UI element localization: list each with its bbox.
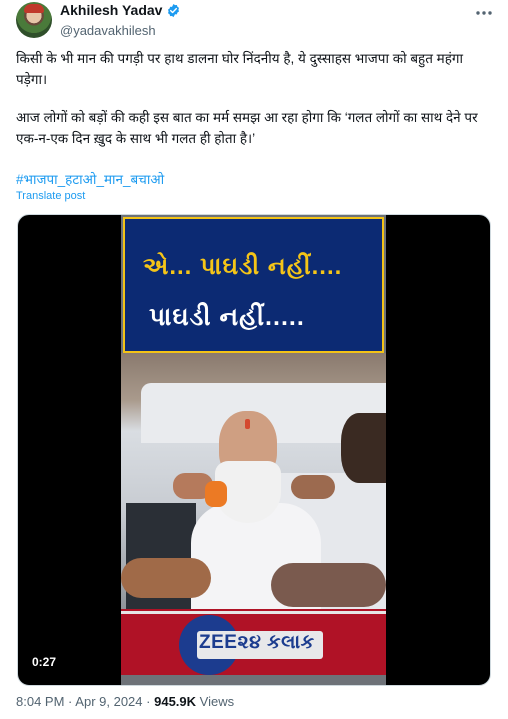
arm-lower-right (271, 563, 386, 607)
video-frame: એ... પાઘડી નહીં.... પાઘડી નહીં..... ZEE૨… (121, 215, 386, 685)
person-right (341, 413, 386, 483)
tweet: Akhilesh Yadav @yadavakhilesh किसी के भी… (0, 0, 508, 719)
video-duration: 0:27 (32, 655, 57, 669)
views-label: Views (199, 694, 235, 709)
tilak-mark (245, 419, 250, 429)
video-overlay-banner: એ... પાઘડી નહીં.... પાઘડી નહીં..... (123, 217, 384, 353)
orange-cloth (205, 481, 227, 507)
meta-separator: · (146, 694, 151, 709)
author-name[interactable]: Akhilesh Yadav (60, 2, 162, 18)
arm-lower-left (121, 558, 211, 598)
author-name-row[interactable]: Akhilesh Yadav (60, 2, 181, 18)
more-options-icon[interactable] (474, 6, 494, 20)
verified-check-icon (168, 3, 180, 17)
video-player[interactable]: એ... પાઘડી નહીં.... પાઘડી નહીં..... ZEE૨… (17, 214, 491, 686)
views-count: 945.9K (154, 694, 197, 709)
post-text: किसी के भी मान की पगड़ी पर हाथ डालना घोर… (16, 48, 486, 149)
channel-logo-text: ZEE૨૪ કલાક (199, 632, 315, 653)
hand-right (291, 475, 335, 499)
avatar[interactable] (16, 2, 52, 38)
avatar-cap (24, 4, 44, 13)
post-paragraph-2: आज लोगों को बड़ों की कही इस बात का मर्म … (16, 110, 478, 146)
hashtag-link[interactable]: #भाजपा_हटाओ_मान_बचाओ (16, 170, 164, 188)
post-date[interactable]: Apr 9, 2024 (75, 694, 142, 709)
video-scene (121, 353, 386, 613)
lower-third-divider (121, 611, 386, 614)
author-handle[interactable]: @yadavakhilesh (60, 23, 181, 38)
overlay-line-2: પાઘડી નહીં..... (149, 303, 305, 331)
author-block: Akhilesh Yadav @yadavakhilesh (60, 2, 181, 38)
post-time[interactable]: 8:04 PM (16, 694, 64, 709)
meta-separator: · (68, 694, 73, 709)
post-paragraph-1: किसी के भी मान की पगड़ी पर हाथ डालना घोर… (16, 51, 463, 87)
overlay-line-1: એ... પાઘડી નહીં.... (143, 253, 343, 280)
translate-post-link[interactable]: Translate post (16, 190, 85, 202)
post-meta: 8:04 PM · Apr 9, 2024 · 945.9K Views (16, 694, 234, 709)
channel-lower-third: ZEE૨૪ કલાક (121, 609, 386, 675)
